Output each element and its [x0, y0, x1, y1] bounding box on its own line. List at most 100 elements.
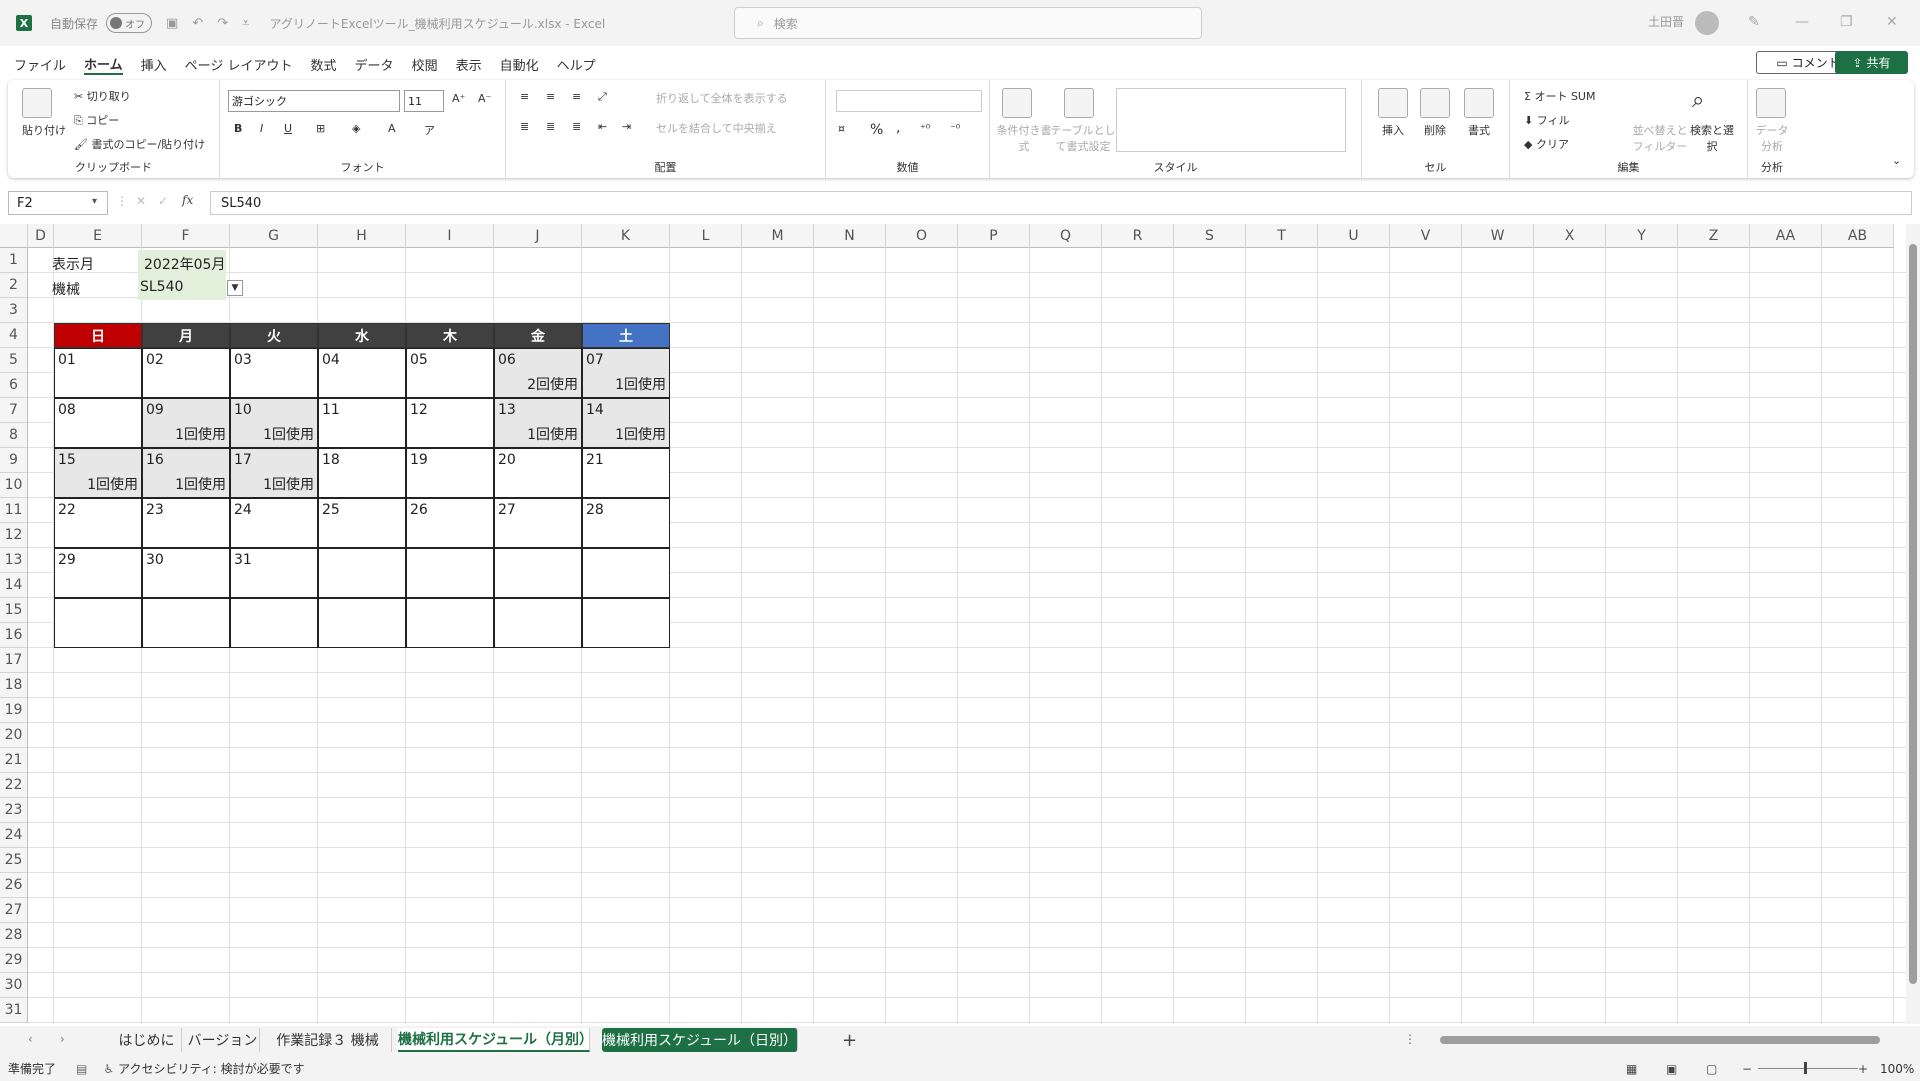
conditional-format-icon[interactable] — [1002, 88, 1032, 118]
calendar-day-cell[interactable] — [318, 548, 406, 598]
row-header[interactable]: 28 — [0, 923, 28, 948]
zoom-level[interactable]: 100% — [1880, 1062, 1914, 1076]
column-header[interactable]: F — [142, 224, 230, 248]
insert-button[interactable]: 挿入 — [1382, 122, 1404, 138]
calendar-day-cell[interactable] — [582, 598, 670, 648]
underline-button[interactable]: U — [284, 122, 292, 135]
row-header[interactable]: 3 — [0, 298, 28, 323]
calendar-day-cell[interactable]: 30 — [142, 548, 230, 598]
bold-button[interactable]: B — [234, 122, 242, 135]
column-header[interactable]: W — [1462, 224, 1534, 248]
menu-home[interactable]: ホーム — [84, 54, 123, 75]
month-value[interactable]: 2022年05月 — [144, 254, 225, 274]
calendar-day-cell[interactable]: 14 1回使用 — [582, 398, 670, 448]
fill-button[interactable]: ⬇ フィル — [1524, 112, 1570, 128]
menu-data[interactable]: データ — [355, 55, 394, 74]
format-button[interactable]: 書式 — [1468, 122, 1490, 138]
tab-version[interactable]: バージョン — [186, 1028, 260, 1052]
cell-styles-gallery[interactable] — [1116, 88, 1346, 152]
calendar-day-cell[interactable]: 21 — [582, 448, 670, 498]
data-analysis-icon[interactable] — [1756, 88, 1786, 118]
percent-button[interactable]: % — [870, 122, 883, 138]
fill-color-icon[interactable]: ◈ — [352, 122, 360, 135]
column-header[interactable]: X — [1534, 224, 1606, 248]
tab-schedule-daily[interactable]: 機械利用スケジュール（日別） — [602, 1028, 798, 1052]
row-header[interactable]: 27 — [0, 898, 28, 923]
horizontal-scroll-thumb[interactable] — [1440, 1036, 1880, 1044]
row-header[interactable]: 18 — [0, 673, 28, 698]
copy-button[interactable]: ⎘ コピー — [74, 112, 119, 128]
column-header[interactable]: N — [814, 224, 886, 248]
machine-dropdown-icon[interactable]: ▼ — [227, 280, 243, 296]
column-header[interactable]: R — [1102, 224, 1174, 248]
formula-input[interactable]: SL540 — [210, 191, 1912, 215]
row-header[interactable]: 12 — [0, 523, 28, 548]
search-box[interactable]: ⌕ 検索 — [734, 7, 1202, 39]
calendar-day-cell[interactable] — [582, 548, 670, 598]
cancel-entry-icon[interactable]: ✕ — [136, 194, 146, 208]
increase-indent-icon[interactable]: ⇥ — [622, 120, 631, 133]
page-layout-view-icon[interactable]: ▣ — [1666, 1062, 1677, 1076]
calendar-day-cell[interactable]: 01 — [54, 348, 142, 398]
machine-value[interactable]: SL540 — [140, 279, 183, 295]
row-header[interactable]: 13 — [0, 548, 28, 573]
calendar-day-cell[interactable]: 03 — [230, 348, 318, 398]
confirm-entry-icon[interactable]: ✓ — [158, 194, 168, 208]
conditional-format-button[interactable]: 条件付き書式 — [994, 122, 1054, 154]
row-header[interactable]: 19 — [0, 698, 28, 723]
zoom-slider[interactable] — [1758, 1068, 1858, 1069]
calendar-day-cell[interactable] — [142, 598, 230, 648]
column-header[interactable]: E — [54, 224, 142, 248]
calendar-day-cell[interactable]: 11 — [318, 398, 406, 448]
calendar-day-cell[interactable]: 07 1回使用 — [582, 348, 670, 398]
row-header[interactable]: 29 — [0, 948, 28, 973]
calendar-day-cell[interactable]: 18 — [318, 448, 406, 498]
delete-button[interactable]: 削除 — [1424, 122, 1446, 138]
vertical-scrollbar[interactable] — [1906, 224, 1920, 1024]
calendar-day-cell[interactable] — [230, 598, 318, 648]
paste-icon[interactable] — [22, 88, 52, 118]
row-header[interactable]: 2 — [0, 273, 28, 298]
decrease-decimal-icon[interactable]: ⁻⁰ — [950, 122, 960, 135]
comma-button[interactable]: , — [896, 120, 900, 136]
column-header[interactable]: AB — [1822, 224, 1894, 248]
zoom-in-icon[interactable]: + — [1858, 1062, 1868, 1076]
align-top-icon[interactable]: ≡ — [520, 90, 529, 103]
row-header[interactable]: 14 — [0, 573, 28, 598]
column-header[interactable]: I — [406, 224, 494, 248]
column-header[interactable]: U — [1318, 224, 1390, 248]
calendar-day-cell[interactable]: 26 — [406, 498, 494, 548]
calendar-day-cell[interactable] — [494, 598, 582, 648]
collapse-ribbon-icon[interactable]: ⌄ — [1892, 154, 1901, 167]
column-header[interactable]: T — [1246, 224, 1318, 248]
calendar-day-cell[interactable]: 12 — [406, 398, 494, 448]
column-header[interactable]: S — [1174, 224, 1246, 248]
page-break-view-icon[interactable]: ▢ — [1706, 1062, 1717, 1076]
column-header[interactable]: V — [1390, 224, 1462, 248]
select-all-corner[interactable] — [0, 224, 28, 248]
menu-page-layout[interactable]: ページ レイアウト — [185, 55, 293, 74]
redo-icon[interactable]: ↷ — [217, 16, 228, 31]
increase-decimal-icon[interactable]: ⁺⁰ — [920, 122, 930, 135]
row-header[interactable]: 6 — [0, 373, 28, 398]
calendar-day-cell[interactable]: 02 — [142, 348, 230, 398]
row-header[interactable]: 7 — [0, 398, 28, 423]
font-color-icon[interactable]: A — [388, 122, 396, 135]
grow-font-icon[interactable]: A⁺ — [452, 92, 465, 105]
column-header[interactable]: P — [958, 224, 1030, 248]
merge-center-button[interactable]: セルを結合して中央揃え — [656, 120, 777, 136]
border-icon[interactable]: ⊞ — [316, 122, 325, 135]
calendar-day-cell[interactable]: 15 1回使用 — [54, 448, 142, 498]
calendar-day-cell[interactable]: 25 — [318, 498, 406, 548]
phonetic-icon[interactable]: ア — [424, 122, 435, 138]
menu-formulas[interactable]: 数式 — [311, 55, 337, 74]
row-header[interactable]: 8 — [0, 423, 28, 448]
menu-automate[interactable]: 自動化 — [500, 55, 539, 74]
column-header[interactable]: L — [670, 224, 742, 248]
calendar-day-cell[interactable] — [406, 598, 494, 648]
wrap-text-button[interactable]: 折り返して全体を表示する — [656, 90, 788, 106]
zoom-out-icon[interactable]: − — [1742, 1062, 1752, 1076]
calendar-day-cell[interactable] — [318, 598, 406, 648]
calendar-day-cell[interactable]: 22 — [54, 498, 142, 548]
table-format-button[interactable]: テーブルとして書式設定 — [1048, 122, 1118, 154]
